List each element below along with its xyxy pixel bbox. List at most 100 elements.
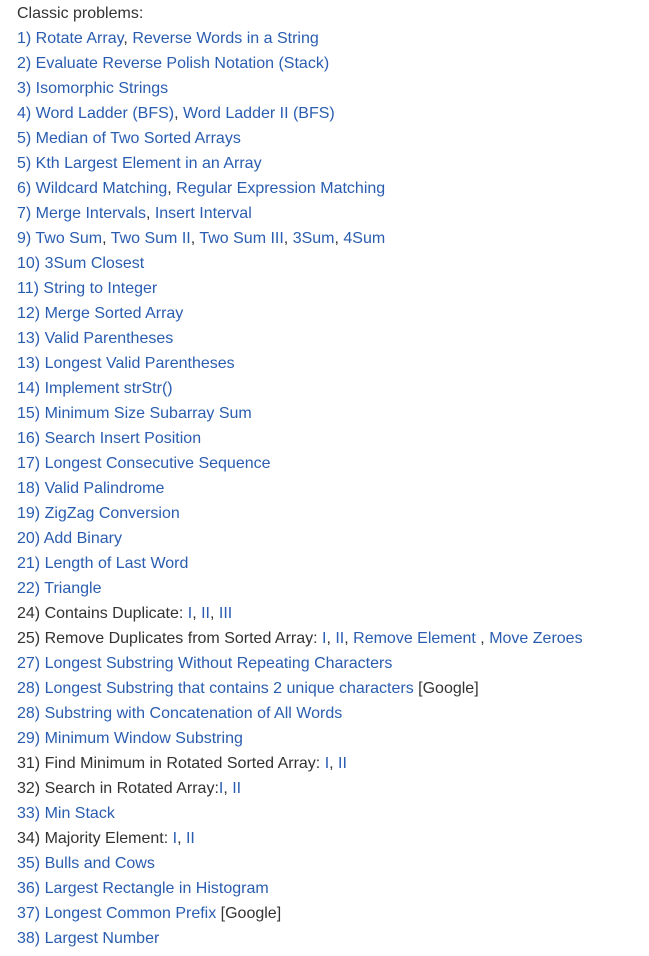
problem-link[interactable]: Word Ladder II (BFS) [183,105,335,122]
problem-link[interactable]: Triangle [44,580,101,597]
item-number: 29) [17,730,45,747]
list-item: 28) Substring with Concatenation of All … [17,701,642,726]
list-item: 7) Merge Intervals, Insert Interval [17,201,642,226]
problem-link[interactable]: Two Sum III [199,230,283,247]
list-item: 22) Triangle [17,576,642,601]
item-text: , [475,630,490,647]
problem-link[interactable]: Longest Common Prefix [45,905,217,922]
item-number: 13) [17,330,45,347]
problem-link[interactable]: Remove Element [353,630,476,647]
problem-link[interactable]: Longest Consecutive Sequence [45,455,271,472]
problem-link[interactable]: 3Sum Closest [45,255,145,272]
list-item: 25) Remove Duplicates from Sorted Array:… [17,626,642,651]
item-number: 20) [17,530,44,547]
problem-link[interactable]: 3Sum [293,230,335,247]
list-item: 2) Evaluate Reverse Polish Notation (Sta… [17,51,642,76]
problem-link[interactable]: Longest Substring Without Repeating Char… [45,655,393,672]
problem-list: Classic problems: 1) Rotate Array, Rever… [17,1,642,951]
list-item: 18) Valid Palindrome [17,476,642,501]
problem-link[interactable]: Length of Last Word [45,555,189,572]
item-number: 32) [17,780,45,797]
problem-link[interactable]: Rotate Array [36,30,124,47]
list-item: 38) Largest Number [17,926,642,951]
problem-link[interactable]: II [232,780,241,797]
item-number: 28) [17,680,45,697]
item-number: 34) [17,830,45,847]
problem-link[interactable]: II [186,830,195,847]
item-number: 38) [17,930,45,947]
problem-link[interactable]: Longest Substring that contains 2 unique… [45,680,414,697]
problem-link[interactable]: III [219,605,232,622]
problem-link[interactable]: Word Ladder (BFS) [36,105,174,122]
problem-link[interactable]: Bulls and Cows [45,855,155,872]
list-item: 6) Wildcard Matching, Regular Expression… [17,176,642,201]
problem-link[interactable]: II [201,605,210,622]
problem-link[interactable]: II [335,630,344,647]
list-item: 24) Contains Duplicate: I, II, III [17,601,642,626]
list-item: 36) Largest Rectangle in Histogram [17,876,642,901]
item-number: 17) [17,455,45,472]
item-text: , [167,180,177,197]
item-text: , [223,780,233,797]
problem-link[interactable]: Two Sum II [111,230,191,247]
problem-link[interactable]: String to Integer [43,280,157,297]
item-number: 10) [17,255,45,272]
problem-link[interactable]: ZigZag Conversion [45,505,180,522]
item-number: 36) [17,880,45,897]
list-item: 31) Find Minimum in Rotated Sorted Array… [17,751,642,776]
problem-link[interactable]: Valid Palindrome [45,480,165,497]
problem-link[interactable]: Substring with Concatenation of All Word… [45,705,343,722]
list-item: 35) Bulls and Cows [17,851,642,876]
problem-link[interactable]: Largest Number [45,930,160,947]
item-text: Search in Rotated Array: [44,780,219,797]
item-number: 13) [17,355,45,372]
list-item: 11) String to Integer [17,276,642,301]
problem-link[interactable]: Largest Rectangle in Histogram [45,880,269,897]
problem-link[interactable]: Valid Parentheses [45,330,174,347]
item-number: 7) [17,205,36,222]
item-text: Remove Duplicates from Sorted Array: [44,630,323,647]
list-item: 9) Two Sum, Two Sum II, Two Sum III, 3Su… [17,226,642,251]
item-number: 4) [17,105,36,122]
item-number: 6) [17,180,36,197]
problem-link[interactable]: Search Insert Position [45,430,202,447]
problem-link[interactable]: Evaluate Reverse Polish Notation (Stack) [36,55,329,72]
problem-link[interactable]: Longest Valid Parentheses [45,355,235,372]
problem-link[interactable]: Merge Sorted Array [45,305,184,322]
problem-link[interactable]: Minimum Window Substring [45,730,243,747]
item-number: 12) [17,305,45,322]
list-item: 3) Isomorphic Strings [17,76,642,101]
problem-link[interactable]: Merge Intervals [36,205,146,222]
list-item: 29) Minimum Window Substring [17,726,642,751]
problem-link[interactable]: Reverse Words in a String [132,30,318,47]
problem-link[interactable]: Two Sum [35,230,102,247]
item-number: 11) [17,280,44,297]
item-number: 22) [17,580,45,597]
item-number: 16) [17,430,45,447]
item-number: 15) [17,405,45,422]
item-number: 14) [17,380,45,397]
problem-link[interactable]: Wildcard Matching [36,180,168,197]
item-text: [Google] [413,680,479,697]
item-text: , [192,605,202,622]
problem-link[interactable]: Median of Two Sorted Arrays [36,130,241,147]
list-item: 34) Majority Element: I, II [17,826,642,851]
problem-link[interactable]: 4Sum [343,230,385,247]
problem-link[interactable]: Isomorphic Strings [36,80,169,97]
problem-link[interactable]: II [338,755,347,772]
problem-link[interactable]: Minimum Size Subarray Sum [45,405,252,422]
item-number: 25) [17,630,45,647]
problem-link[interactable]: Regular Expression Matching [176,180,385,197]
problem-link[interactable]: Insert Interval [155,205,252,222]
problem-link[interactable]: Kth Largest Element in an Array [36,155,262,172]
problem-link[interactable]: Min Stack [45,805,115,822]
problem-link[interactable]: Implement strStr() [45,380,173,397]
item-text: Find Minimum in Rotated Sorted Array: [44,755,325,772]
item-text: , [210,605,219,622]
list-item: 20) Add Binary [17,526,642,551]
item-number: 1) [17,30,36,47]
list-item: 4) Word Ladder (BFS), Word Ladder II (BF… [17,101,642,126]
list-item: 37) Longest Common Prefix [Google] [17,901,642,926]
problem-link[interactable]: Move Zeroes [489,630,582,647]
problem-link[interactable]: Add Binary [44,530,122,547]
